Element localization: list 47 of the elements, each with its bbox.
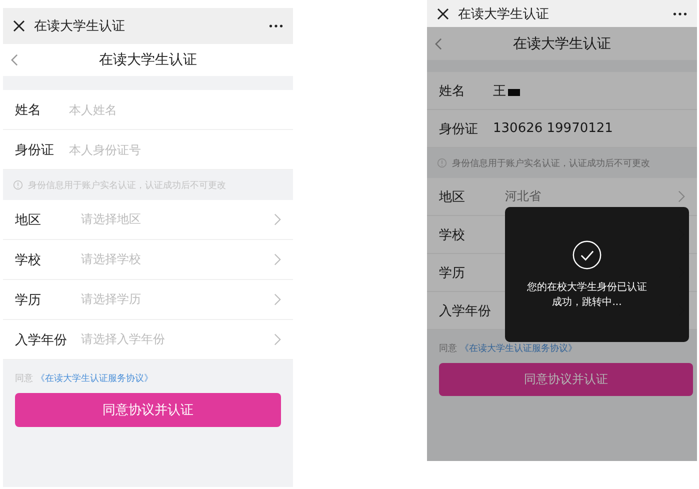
chevron-right-icon <box>274 333 281 346</box>
agreement-text: 同意 《在读大学生认证服务协议》 <box>14 372 154 386</box>
field-label: 身份证 <box>15 142 55 158</box>
field-label: 学校 <box>439 226 466 244</box>
select-row[interactable]: 学历 请选择学历 <box>3 280 293 320</box>
back-icon[interactable] <box>11 54 18 66</box>
field-label: 姓名 <box>439 82 466 100</box>
field-label: 学历 <box>15 292 42 308</box>
notice-text: 身份信息用于账户实名认证，认证成功后不可更改 <box>452 158 650 170</box>
select-value: 河北省 <box>505 188 542 205</box>
more-icon[interactable] <box>673 12 687 16</box>
back-icon[interactable] <box>435 38 442 50</box>
input-field[interactable]: 王 <box>493 82 506 100</box>
chevron-right-icon <box>274 213 281 226</box>
chevron-right-icon <box>678 190 685 203</box>
window-title: 在读大学生认证 <box>34 18 126 35</box>
chevron-right-icon <box>274 293 281 306</box>
page-title: 在读大学生认证 <box>513 34 611 52</box>
select-placeholder: 请选择入学年份 <box>81 331 166 348</box>
more-icon[interactable] <box>269 24 283 28</box>
input-field[interactable]: 本人身份证号 <box>69 142 219 156</box>
field-label: 姓名 <box>15 102 42 118</box>
input-field[interactable]: 130626 19970121 <box>493 121 613 136</box>
info-icon <box>13 180 23 190</box>
field-label: 地区 <box>15 212 42 228</box>
select-placeholder: 请选择地区 <box>81 211 142 228</box>
close-icon[interactable] <box>13 20 25 32</box>
field-label: 学历 <box>439 264 466 282</box>
close-icon[interactable] <box>437 8 449 20</box>
select-placeholder: 请选择学校 <box>81 251 142 268</box>
page-title: 在读大学生认证 <box>99 51 197 69</box>
check-icon <box>572 240 602 270</box>
select-row[interactable]: 入学年份 请选择入学年份 <box>3 320 293 360</box>
select-placeholder: 请选择学历 <box>81 291 142 308</box>
field-label: 入学年份 <box>439 302 492 320</box>
field-label: 地区 <box>439 188 466 206</box>
input-field[interactable]: 本人姓名 <box>69 102 219 116</box>
window-title: 在读大学生认证 <box>458 6 550 22</box>
field-label: 学校 <box>15 252 42 268</box>
select-row[interactable]: 学校 请选择学校 <box>3 240 293 280</box>
info-icon <box>437 158 447 168</box>
chevron-right-icon <box>274 253 281 266</box>
select-row[interactable]: 地区 请选择地区 <box>3 200 293 240</box>
toast-message: 您的在校大学生身份已认证成功，跳转中... <box>527 280 647 310</box>
field-label: 入学年份 <box>15 332 68 348</box>
field-label: 身份证 <box>439 120 479 138</box>
submit-button[interactable]: 同意协议并认证 <box>15 393 281 427</box>
